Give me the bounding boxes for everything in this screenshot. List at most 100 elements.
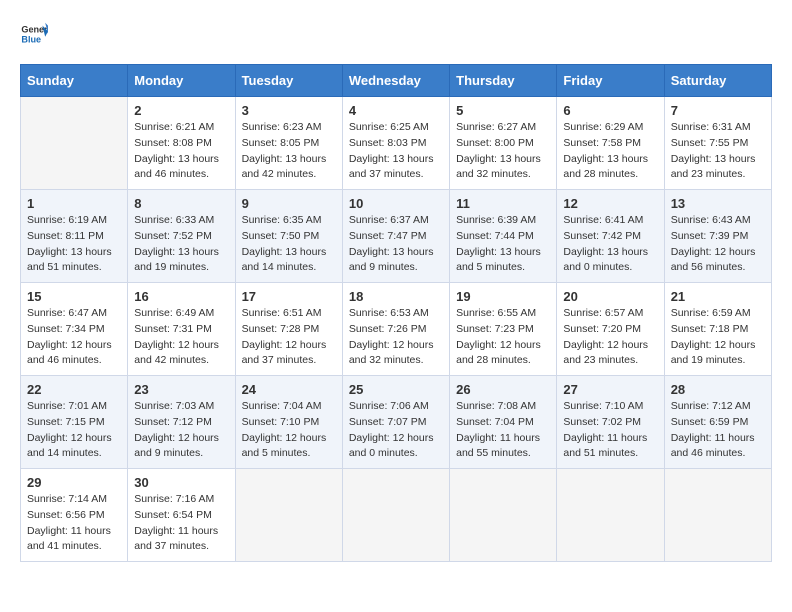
calendar-cell-w0-d4: 5Sunrise: 6:27 AMSunset: 8:00 PMDaylight… — [450, 97, 557, 190]
day-info: Sunrise: 7:14 AMSunset: 6:56 PMDaylight:… — [27, 492, 121, 555]
day-info: Sunrise: 6:23 AMSunset: 8:05 PMDaylight:… — [242, 120, 336, 183]
day-info: Sunrise: 6:25 AMSunset: 8:03 PMDaylight:… — [349, 120, 443, 183]
calendar-cell-w3-d3: 25 Sunrise: 7:06 AMSunset: 7:07 PMDayligh… — [342, 376, 449, 469]
calendar-cell-w2-d6: 21 Sunrise: 6:59 AMSunset: 7:18 PMDayligh… — [664, 283, 771, 376]
day-info: Sunrise: 6:47 AMSunset: 7:34 PMDaylight:… — [27, 306, 121, 369]
calendar-week-4: 29 Sunrise: 7:14 AMSunset: 6:56 PMDayligh… — [21, 469, 772, 562]
calendar-cell-w2-d3: 18Sunrise: 6:53 AMSunset: 7:26 PMDayligh… — [342, 283, 449, 376]
day-number: 27 — [563, 382, 657, 397]
day-number: 3 — [242, 103, 336, 118]
day-info: Sunrise: 6:41 AMSunset: 7:42 PMDaylight:… — [563, 213, 657, 276]
calendar-cell-w0-d5: 6 Sunrise: 6:29 AMSunset: 7:58 PMDaylight… — [557, 97, 664, 190]
page-header: General Blue — [20, 20, 772, 48]
calendar-cell-w1-d1: 8Sunrise: 6:33 AMSunset: 7:52 PMDaylight… — [128, 190, 235, 283]
day-number: 29 — [27, 475, 121, 490]
day-number: 26 — [456, 382, 550, 397]
day-number: 16 — [134, 289, 228, 304]
calendar-cell-w1-d5: 12 Sunrise: 6:41 AMSunset: 7:42 PMDayligh… — [557, 190, 664, 283]
calendar-cell-w4-d0: 29 Sunrise: 7:14 AMSunset: 6:56 PMDayligh… — [21, 469, 128, 562]
day-number: 19 — [456, 289, 550, 304]
calendar-cell-w4-d4 — [450, 469, 557, 562]
day-number: 11 — [456, 196, 550, 211]
day-number: 1 — [27, 196, 121, 211]
day-info: Sunrise: 6:49 AMSunset: 7:31 PMDaylight:… — [134, 306, 228, 369]
day-number: 13 — [671, 196, 765, 211]
calendar-week-3: 22 Sunrise: 7:01 AMSunset: 7:15 PMDayligh… — [21, 376, 772, 469]
calendar-cell-w1-d0: 1 Sunrise: 6:19 AMSunset: 8:11 PMDaylight… — [21, 190, 128, 283]
calendar-cell-w4-d2 — [235, 469, 342, 562]
logo: General Blue — [20, 20, 52, 48]
calendar-cell-w1-d6: 13 Sunrise: 6:43 AMSunset: 7:39 PMDayligh… — [664, 190, 771, 283]
header-monday: Monday — [128, 65, 235, 97]
day-number: 9 — [242, 196, 336, 211]
day-info: Sunrise: 6:33 AMSunset: 7:52 PMDaylight:… — [134, 213, 228, 276]
day-info: Sunrise: 6:35 AMSunset: 7:50 PMDaylight:… — [242, 213, 336, 276]
calendar-cell-w3-d0: 22 Sunrise: 7:01 AMSunset: 7:15 PMDayligh… — [21, 376, 128, 469]
calendar-week-0: 2Sunrise: 6:21 AMSunset: 8:08 PMDaylight… — [21, 97, 772, 190]
calendar-cell-w3-d1: 23 Sunrise: 7:03 AMSunset: 7:12 PMDayligh… — [128, 376, 235, 469]
day-info: Sunrise: 6:27 AMSunset: 8:00 PMDaylight:… — [456, 120, 550, 183]
day-number: 28 — [671, 382, 765, 397]
day-number: 20 — [563, 289, 657, 304]
day-info: Sunrise: 7:16 AMSunset: 6:54 PMDaylight:… — [134, 492, 228, 555]
day-number: 17 — [242, 289, 336, 304]
day-info: Sunrise: 7:12 AMSunset: 6:59 PMDaylight:… — [671, 399, 765, 462]
day-number: 21 — [671, 289, 765, 304]
day-number: 23 — [134, 382, 228, 397]
calendar-week-2: 15 Sunrise: 6:47 AMSunset: 7:34 PMDayligh… — [21, 283, 772, 376]
calendar-cell-w1-d3: 10 Sunrise: 6:37 AMSunset: 7:47 PMDayligh… — [342, 190, 449, 283]
day-info: Sunrise: 6:39 AMSunset: 7:44 PMDaylight:… — [456, 213, 550, 276]
day-number: 22 — [27, 382, 121, 397]
day-info: Sunrise: 6:37 AMSunset: 7:47 PMDaylight:… — [349, 213, 443, 276]
day-number: 2 — [134, 103, 228, 118]
day-number: 25 — [349, 382, 443, 397]
calendar-cell-w0-d0 — [21, 97, 128, 190]
header-friday: Friday — [557, 65, 664, 97]
day-number: 15 — [27, 289, 121, 304]
day-info: Sunrise: 7:03 AMSunset: 7:12 PMDaylight:… — [134, 399, 228, 462]
svg-text:Blue: Blue — [21, 34, 41, 44]
day-info: Sunrise: 6:53 AMSunset: 7:26 PMDaylight:… — [349, 306, 443, 369]
calendar-table: SundayMondayTuesdayWednesdayThursdayFrid… — [20, 64, 772, 562]
calendar-cell-w2-d1: 16 Sunrise: 6:49 AMSunset: 7:31 PMDayligh… — [128, 283, 235, 376]
day-info: Sunrise: 7:04 AMSunset: 7:10 PMDaylight:… — [242, 399, 336, 462]
day-info: Sunrise: 6:29 AMSunset: 7:58 PMDaylight:… — [563, 120, 657, 183]
calendar-cell-w2-d0: 15 Sunrise: 6:47 AMSunset: 7:34 PMDayligh… — [21, 283, 128, 376]
calendar-cell-w3-d2: 24 Sunrise: 7:04 AMSunset: 7:10 PMDayligh… — [235, 376, 342, 469]
header-tuesday: Tuesday — [235, 65, 342, 97]
header-thursday: Thursday — [450, 65, 557, 97]
day-info: Sunrise: 7:10 AMSunset: 7:02 PMDaylight:… — [563, 399, 657, 462]
calendar-cell-w2-d5: 20Sunrise: 6:57 AMSunset: 7:20 PMDayligh… — [557, 283, 664, 376]
day-info: Sunrise: 7:08 AMSunset: 7:04 PMDaylight:… — [456, 399, 550, 462]
header-sunday: Sunday — [21, 65, 128, 97]
calendar-week-1: 1 Sunrise: 6:19 AMSunset: 8:11 PMDaylight… — [21, 190, 772, 283]
day-info: Sunrise: 7:06 AMSunset: 7:07 PMDaylight:… — [349, 399, 443, 462]
calendar-cell-w1-d4: 11 Sunrise: 6:39 AMSunset: 7:44 PMDayligh… — [450, 190, 557, 283]
day-number: 7 — [671, 103, 765, 118]
day-info: Sunrise: 6:31 AMSunset: 7:55 PMDaylight:… — [671, 120, 765, 183]
calendar-cell-w3-d5: 27 Sunrise: 7:10 AMSunset: 7:02 PMDayligh… — [557, 376, 664, 469]
calendar-cell-w3-d6: 28 Sunrise: 7:12 AMSunset: 6:59 PMDayligh… — [664, 376, 771, 469]
day-number: 10 — [349, 196, 443, 211]
header-row: SundayMondayTuesdayWednesdayThursdayFrid… — [21, 65, 772, 97]
day-info: Sunrise: 7:01 AMSunset: 7:15 PMDaylight:… — [27, 399, 121, 462]
logo-icon: General Blue — [20, 20, 48, 48]
calendar-cell-w2-d4: 19 Sunrise: 6:55 AMSunset: 7:23 PMDayligh… — [450, 283, 557, 376]
day-number: 6 — [563, 103, 657, 118]
header-wednesday: Wednesday — [342, 65, 449, 97]
day-number: 12 — [563, 196, 657, 211]
day-info: Sunrise: 6:19 AMSunset: 8:11 PMDaylight:… — [27, 213, 121, 276]
calendar-cell-w4-d1: 30 Sunrise: 7:16 AMSunset: 6:54 PMDayligh… — [128, 469, 235, 562]
calendar-cell-w2-d2: 17 Sunrise: 6:51 AMSunset: 7:28 PMDayligh… — [235, 283, 342, 376]
calendar-cell-w0-d1: 2Sunrise: 6:21 AMSunset: 8:08 PMDaylight… — [128, 97, 235, 190]
calendar-cell-w4-d5 — [557, 469, 664, 562]
day-info: Sunrise: 6:43 AMSunset: 7:39 PMDaylight:… — [671, 213, 765, 276]
day-info: Sunrise: 6:55 AMSunset: 7:23 PMDaylight:… — [456, 306, 550, 369]
header-saturday: Saturday — [664, 65, 771, 97]
calendar-cell-w4-d3 — [342, 469, 449, 562]
day-number: 24 — [242, 382, 336, 397]
day-number: 4 — [349, 103, 443, 118]
day-number: 30 — [134, 475, 228, 490]
day-info: Sunrise: 6:59 AMSunset: 7:18 PMDaylight:… — [671, 306, 765, 369]
day-info: Sunrise: 6:51 AMSunset: 7:28 PMDaylight:… — [242, 306, 336, 369]
